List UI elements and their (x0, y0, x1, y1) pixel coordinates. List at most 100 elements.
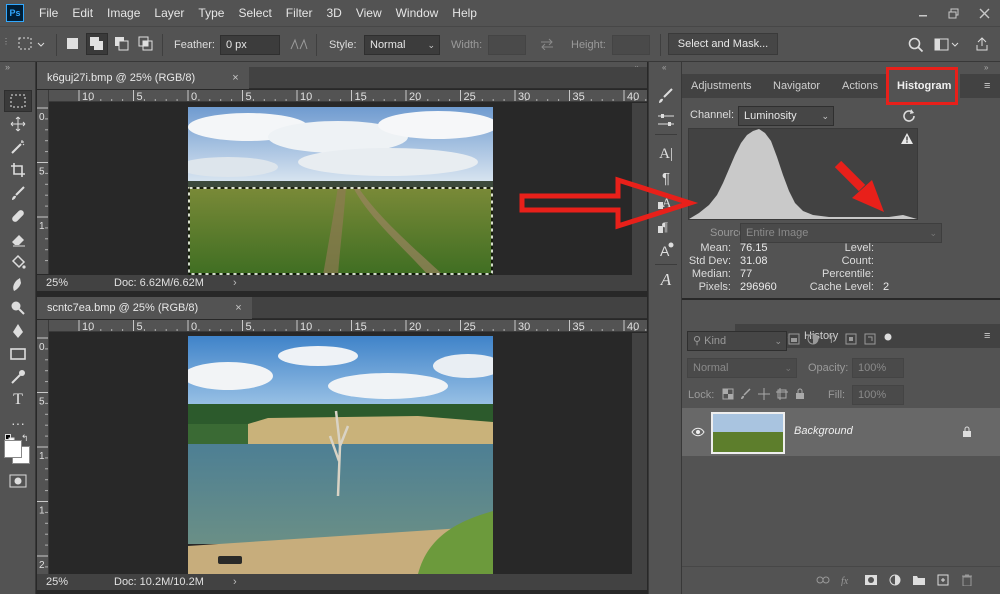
quick-mask-button[interactable] (4, 470, 32, 492)
add-selection-button[interactable] (86, 33, 108, 55)
layer-row-background[interactable]: Background (682, 408, 1000, 456)
type-filter-icon[interactable]: T (826, 332, 838, 346)
subtract-selection-button[interactable] (114, 36, 130, 55)
menu-image[interactable]: Image (100, 0, 147, 26)
doc2-canvas-area[interactable] (50, 333, 632, 574)
photoshop-logo[interactable]: Ps (6, 4, 24, 22)
adjustment-filter-icon[interactable] (807, 332, 819, 346)
shape-filter-icon[interactable] (845, 332, 857, 346)
lock-all-icon[interactable] (794, 388, 806, 400)
visibility-eye-icon[interactable] (691, 427, 705, 437)
swap-dimensions-button[interactable] (540, 38, 554, 53)
blend-mode-select[interactable]: Normal ⌄ (687, 358, 797, 378)
filter-toggle-icon[interactable] (883, 332, 893, 346)
link-layers-icon[interactable] (816, 574, 830, 586)
collapse-dock-icon[interactable]: » (984, 63, 988, 72)
add-mask-icon[interactable] (864, 574, 878, 586)
doc1-status-arrow-icon[interactable]: › (233, 275, 237, 291)
tool-type[interactable]: T (4, 389, 32, 411)
tool-eraser[interactable] (4, 228, 32, 250)
intersect-selection-button[interactable] (138, 36, 154, 55)
toolbar-collapse-icon[interactable]: » (5, 62, 10, 72)
doc1-image-field[interactable] (188, 107, 493, 275)
lock-transparent-icon[interactable] (722, 388, 734, 400)
tool-more[interactable]: ··· (4, 412, 32, 434)
expand-panels-icon[interactable]: « (662, 63, 666, 72)
style-select[interactable]: Normal ⌄ (364, 35, 440, 55)
lock-image-icon[interactable] (740, 388, 752, 400)
tool-rect-marquee[interactable] (4, 90, 32, 112)
refresh-histogram-button[interactable] (902, 108, 916, 125)
tool-crop[interactable] (4, 159, 32, 181)
tab-navigator[interactable]: Navigator (764, 74, 829, 98)
lock-position-icon[interactable] (758, 388, 770, 400)
warning-icon[interactable] (901, 133, 913, 144)
marquee-preset-button[interactable] (18, 36, 48, 55)
feather-input[interactable]: 0 px (220, 35, 280, 55)
layer-kind-filter[interactable]: ⚲ Kind ⌄ (687, 331, 787, 351)
menu-file[interactable]: File (32, 0, 65, 26)
menu-filter[interactable]: Filter (279, 0, 320, 26)
tab-adjustments[interactable]: Adjustments (682, 74, 761, 98)
new-selection-button[interactable] (66, 37, 80, 54)
search-button[interactable] (908, 37, 924, 56)
tool-paint-bucket[interactable] (4, 251, 32, 273)
menu-select[interactable]: Select (231, 0, 278, 26)
channel-select[interactable]: Luminosity ⌄ (738, 106, 834, 126)
share-button[interactable] (974, 36, 990, 55)
glyph-panel-button[interactable]: A (656, 270, 676, 290)
brush-settings-button[interactable] (656, 86, 676, 106)
menu-layer[interactable]: Layer (147, 0, 191, 26)
height-input[interactable] (612, 35, 650, 55)
menu-help[interactable]: Help (445, 0, 484, 26)
select-and-mask-button[interactable]: Select and Mask... (668, 33, 778, 55)
tool-brush[interactable] (4, 182, 32, 204)
lock-artboard-icon[interactable] (776, 388, 788, 400)
tab-actions[interactable]: Actions (833, 74, 887, 98)
swap-colors-icon[interactable]: ↰ (21, 433, 29, 444)
ruler-origin[interactable] (37, 320, 49, 332)
menu-view[interactable]: View (349, 0, 389, 26)
smart-object-filter-icon[interactable] (864, 332, 876, 346)
doc2-zoom[interactable]: 25% (46, 574, 68, 590)
new-layer-icon[interactable] (936, 574, 950, 586)
ruler-origin[interactable] (37, 90, 49, 102)
tool-healing[interactable] (4, 205, 32, 227)
delete-layer-icon[interactable] (960, 574, 974, 586)
tool-magic-wand[interactable] (4, 136, 32, 158)
adjust-settings-button[interactable] (656, 110, 676, 130)
tool-eyedropper[interactable] (4, 366, 32, 388)
doc1-close-icon[interactable]: × (232, 72, 238, 84)
doc1-tab[interactable]: k6guj27i.bmp @ 25% (RGB/8) × (37, 67, 249, 89)
doc2-tab[interactable]: scntc7ea.bmp @ 25% (RGB/8) × (37, 297, 252, 319)
doc1-zoom[interactable]: 25% (46, 275, 68, 291)
restore-button[interactable] (938, 0, 969, 26)
panel-menu-icon[interactable]: ≡ (984, 80, 990, 92)
new-group-icon[interactable] (912, 574, 926, 586)
glyphs-button[interactable]: A (656, 240, 676, 260)
character-panel-button[interactable]: A| (656, 144, 676, 164)
layer-style-fx-icon[interactable]: fx (840, 574, 854, 586)
doc2-image-lake[interactable] (188, 336, 493, 574)
close-button[interactable] (969, 0, 1000, 26)
width-input[interactable] (488, 35, 526, 55)
doc2-status-arrow-icon[interactable]: › (233, 574, 237, 590)
menu-type[interactable]: Type (191, 0, 231, 26)
doc2-close-icon[interactable]: × (235, 302, 241, 314)
fill-input[interactable]: 100% (852, 385, 904, 405)
layer-name[interactable]: Background (794, 425, 853, 437)
tool-pen[interactable] (4, 320, 32, 342)
foreground-color-swatch[interactable] (4, 440, 22, 458)
menu-edit[interactable]: Edit (65, 0, 100, 26)
menu-window[interactable]: Window (389, 0, 446, 26)
anti-alias-toggle[interactable] (290, 38, 308, 53)
tool-shape[interactable] (4, 343, 32, 365)
workspace-button[interactable] (934, 37, 960, 56)
minimize-button[interactable] (907, 0, 938, 26)
doc2-vertical-scrollbar[interactable] (632, 333, 647, 574)
menu-3d[interactable]: 3D (319, 0, 348, 26)
source-select[interactable]: Entire Image ⌄ (740, 223, 942, 243)
pixel-filter-icon[interactable] (788, 332, 800, 346)
panel-menu-icon[interactable]: ≡ (984, 330, 990, 342)
tool-smudge[interactable] (4, 274, 32, 296)
